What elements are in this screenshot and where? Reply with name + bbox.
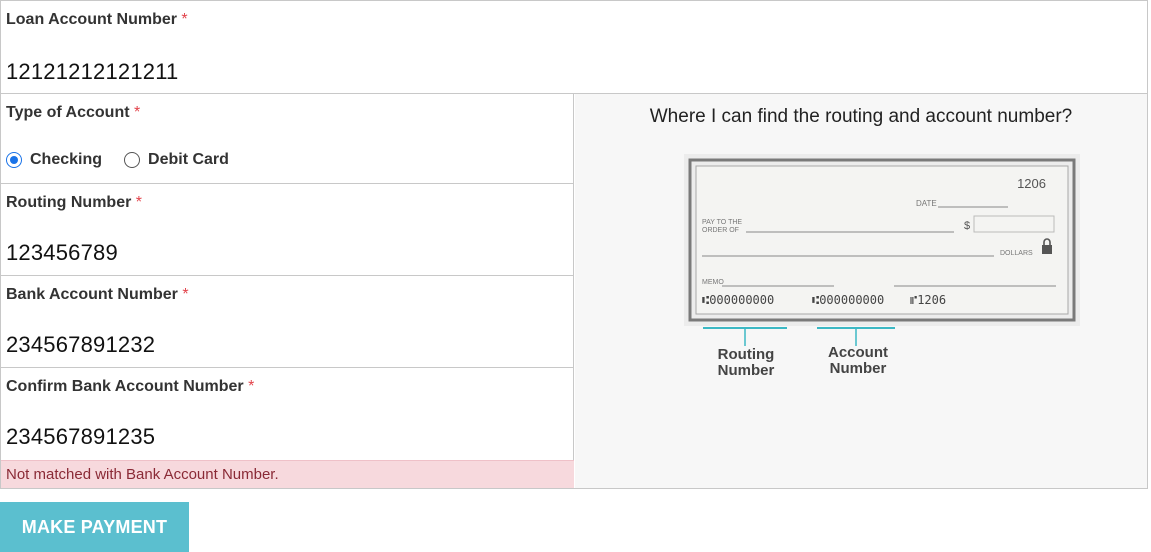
check-memo-label: MEMO	[702, 279, 724, 286]
confirm-bank-account-section: Confirm Bank Account Number * 2345678912…	[1, 368, 574, 460]
radio-checking-label: Checking	[30, 151, 103, 168]
check-payto-line1: PAY TO THE	[702, 219, 742, 226]
required-mark: *	[181, 11, 188, 28]
loan-account-label: Loan Account Number *	[6, 11, 188, 28]
account-number-caption: Account Number	[828, 344, 888, 377]
routing-number-input[interactable]: 123456789	[6, 240, 118, 266]
required-mark: *	[182, 286, 189, 303]
account-type-radio-group: Checking Debit Card	[6, 151, 251, 169]
bank-account-section: Bank Account Number * 234567891232	[1, 276, 574, 368]
required-mark: *	[248, 378, 255, 395]
bank-account-input[interactable]: 234567891232	[6, 332, 155, 358]
check-number: 1206	[1017, 176, 1046, 191]
loan-account-input[interactable]: 12121212121211	[6, 59, 178, 85]
loan-account-section: Loan Account Number * 12121212121211	[1, 1, 1147, 94]
radio-debit-card-label: Debit Card	[148, 151, 229, 168]
check-micr-number: ⑈1206	[910, 293, 946, 307]
check-date-label: DATE	[916, 199, 937, 208]
check-payto-line2: ORDER OF	[702, 227, 739, 234]
check-inner	[695, 165, 1069, 315]
sample-check-svg: 1206 DATE PAY TO THE ORDER OF $ DOLLARS	[684, 154, 1080, 330]
check-micr-account: ⑆000000000	[812, 293, 884, 307]
check-dollars-label: DOLLARS	[1000, 250, 1033, 257]
radio-checking[interactable]: Checking	[6, 151, 102, 169]
routing-number-caption: Routing Number	[717, 346, 775, 379]
radio-debit-card[interactable]: Debit Card	[124, 151, 229, 169]
check-currency: $	[964, 220, 970, 232]
routing-number-label: Routing Number *	[6, 194, 143, 211]
routing-number-section: Routing Number * 123456789	[1, 184, 574, 276]
bank-details-column: Type of Account * Checking Debit Card Ro…	[1, 94, 574, 488]
account-type-section: Type of Account * Checking Debit Card	[1, 94, 574, 184]
radio-debit-card-control[interactable]	[124, 152, 141, 168]
make-payment-button[interactable]: MAKE PAYMENT	[0, 502, 189, 552]
confirm-bank-account-label: Confirm Bank Account Number *	[6, 378, 255, 395]
check-micr-routing: ⑆000000000	[702, 293, 774, 307]
required-mark: *	[135, 194, 143, 211]
radio-checking-control[interactable]	[6, 152, 22, 168]
required-mark: *	[134, 104, 141, 121]
routing-help-panel: Where I can find the routing and account…	[575, 94, 1147, 488]
help-title: Where I can find the routing and account…	[649, 106, 1073, 127]
account-type-label: Type of Account *	[6, 104, 141, 121]
confirm-account-error-message: Not matched with Bank Account Number.	[1, 460, 574, 488]
sample-check-illustration: 1206 DATE PAY TO THE ORDER OF $ DOLLARS	[684, 154, 1080, 330]
payment-form: Loan Account Number * 12121212121211 Typ…	[0, 0, 1148, 489]
confirm-bank-account-input[interactable]: 234567891235	[6, 424, 155, 450]
bank-account-label: Bank Account Number *	[6, 286, 189, 303]
